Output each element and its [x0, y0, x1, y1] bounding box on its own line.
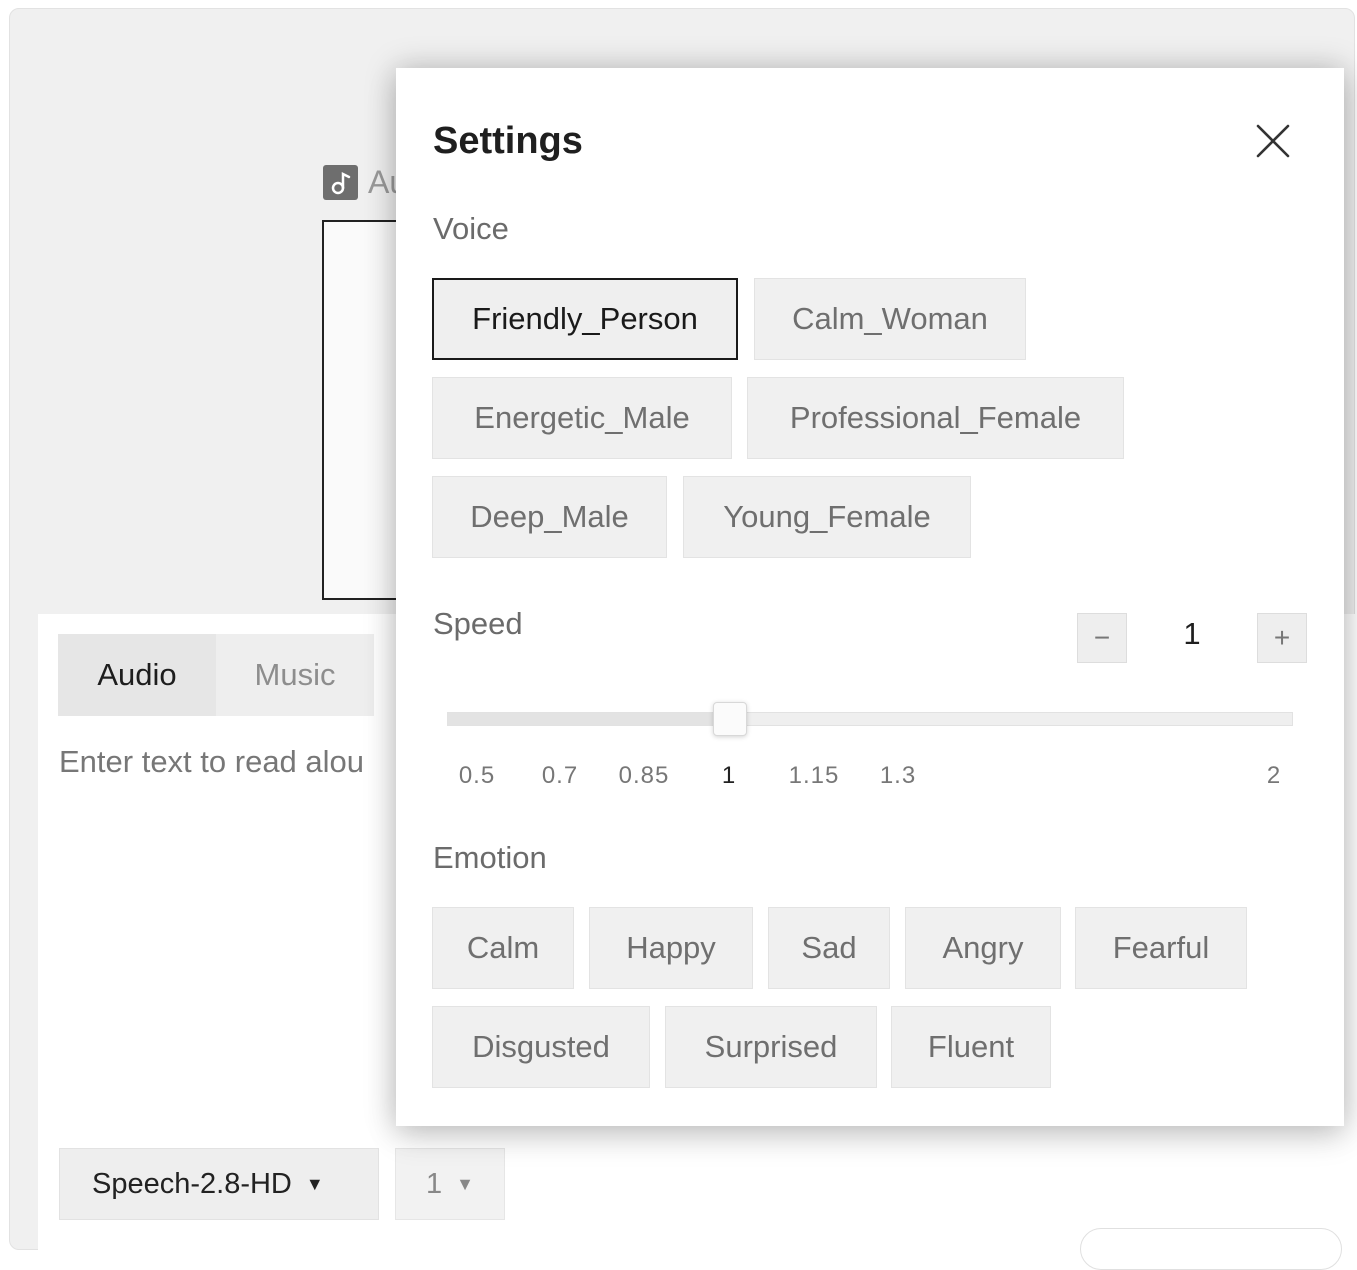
corner-button[interactable] — [1080, 1228, 1342, 1270]
count-select[interactable]: 1 ▼ — [395, 1148, 505, 1220]
chevron-down-icon: ▼ — [305, 1173, 324, 1194]
voice-option-professional-female[interactable]: Professional_Female — [747, 377, 1124, 459]
model-select-value: Speech-2.8-HD — [92, 1167, 292, 1200]
emotion-option-calm[interactable]: Calm — [432, 907, 574, 989]
speed-increase-button[interactable]: + — [1257, 613, 1307, 663]
speed-tick[interactable]: 0.85 — [619, 762, 670, 790]
emotion-option-disgusted[interactable]: Disgusted — [432, 1006, 650, 1088]
text-input[interactable]: Enter text to read alou — [59, 744, 364, 780]
count-select-value: 1 — [426, 1167, 443, 1200]
close-icon — [1256, 124, 1290, 158]
emotion-option-sad[interactable]: Sad — [768, 907, 890, 989]
voice-option-deep-male[interactable]: Deep_Male — [432, 476, 667, 558]
music-note-icon — [323, 165, 358, 200]
speed-tick[interactable]: 1 — [722, 762, 736, 790]
speed-slider-thumb[interactable] — [713, 702, 747, 736]
tab-audio[interactable]: Audio — [58, 634, 216, 716]
voice-option-young-female[interactable]: Young_Female — [683, 476, 971, 558]
voice-option-friendly-person[interactable]: Friendly_Person — [432, 278, 738, 360]
emotion-option-fearful[interactable]: Fearful — [1075, 907, 1247, 989]
settings-dialog: Settings Voice Friendly_Person Calm_Woma… — [396, 68, 1344, 1126]
voice-label: Voice — [433, 211, 509, 246]
voice-option-calm-woman[interactable]: Calm_Woman — [754, 278, 1026, 360]
speed-tick[interactable]: 0.5 — [459, 762, 495, 790]
speed-tick[interactable]: 2 — [1267, 762, 1281, 790]
speed-tick[interactable]: 1.3 — [880, 762, 916, 790]
tab-music[interactable]: Music — [216, 634, 374, 716]
dialog-title: Settings — [433, 120, 583, 162]
speed-value: 1 — [1183, 616, 1201, 651]
emotion-option-happy[interactable]: Happy — [589, 907, 753, 989]
emotion-option-angry[interactable]: Angry — [905, 907, 1061, 989]
speed-label: Speed — [433, 606, 523, 641]
speed-tick[interactable]: 0.7 — [542, 762, 578, 790]
emotion-option-surprised[interactable]: Surprised — [665, 1006, 877, 1088]
voice-option-energetic-male[interactable]: Energetic_Male — [432, 377, 732, 459]
emotion-label: Emotion — [433, 840, 547, 875]
speed-tick[interactable]: 1.15 — [789, 762, 840, 790]
speed-slider-fill — [448, 713, 730, 725]
close-button[interactable] — [1252, 120, 1294, 162]
speed-slider[interactable] — [447, 702, 1293, 736]
audio-section-label: Au — [323, 164, 407, 201]
emotion-option-fluent[interactable]: Fluent — [891, 1006, 1051, 1088]
mode-tabs: Audio Music — [58, 634, 374, 716]
speed-decrease-button[interactable]: − — [1077, 613, 1127, 663]
model-select[interactable]: Speech-2.8-HD ▼ — [59, 1148, 379, 1220]
chevron-down-icon: ▼ — [456, 1173, 474, 1194]
